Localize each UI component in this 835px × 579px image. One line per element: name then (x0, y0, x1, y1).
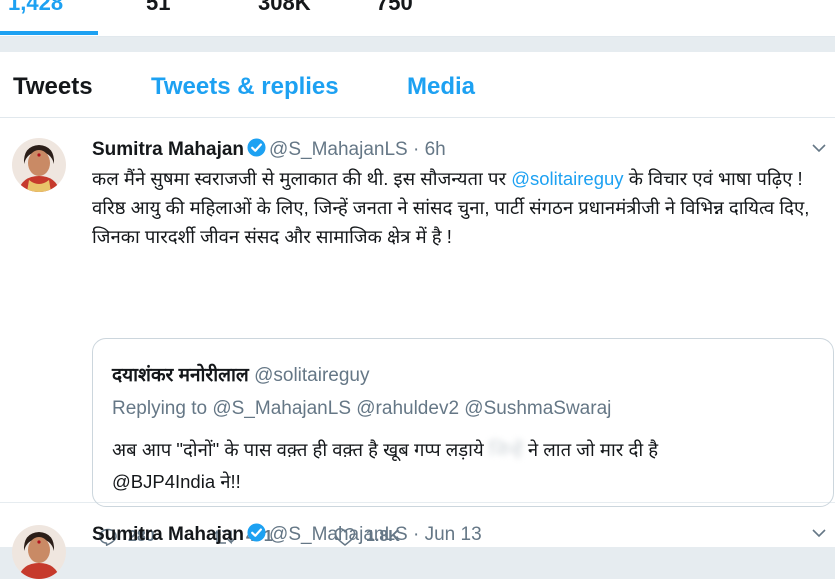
avatar[interactable] (12, 525, 66, 579)
active-stat-underline (0, 31, 98, 35)
quoted-tweet-card[interactable]: दयाशंकर मनोरीलाल @solitaireguy Replying … (92, 338, 834, 507)
chevron-down-icon[interactable] (811, 525, 827, 546)
stat-followers-count[interactable]: 308K (258, 0, 311, 16)
header-separator: · (412, 524, 420, 545)
tweet[interactable]: Sumitra Mahajan @S_MahajanLS · Jun 13 (0, 503, 835, 579)
replying-to-label: Replying to (112, 398, 208, 419)
tweet-text: कल मैंने सुषमा स्वराजजी से मुलाकात की थी… (92, 164, 827, 251)
chevron-down-icon[interactable] (811, 140, 827, 161)
profile-stats-bar: 1,428 51 308K 750 (0, 0, 835, 37)
stat-following-count[interactable]: 51 (146, 0, 170, 16)
replying-to-handles[interactable]: @S_MahajanLS @rahuldev2 @SushmaSwaraj (212, 398, 611, 419)
stat-likes-count[interactable]: 750 (376, 0, 413, 16)
tweet-author-name[interactable]: Sumitra Mahajan (92, 524, 244, 545)
quoted-text-part: ने!! (220, 471, 241, 492)
tweet-timestamp[interactable]: 6h (425, 139, 446, 160)
avatar-image-icon (12, 525, 66, 579)
tweet[interactable]: Sumitra Mahajan @S_MahajanLS · 6h कल मैंन… (0, 118, 835, 546)
stat-tweets-count[interactable]: 1,428 (8, 0, 63, 16)
tweet-header: Sumitra Mahajan @S_MahajanLS · Jun 13 (92, 523, 482, 548)
timeline-panel: Tweets Tweets & replies Media Sumitra Ma… (0, 52, 835, 579)
quoted-mention[interactable]: @BJP4India (112, 471, 215, 492)
quoted-tweet-header: दयाशंकर मनोरीलाल @solitaireguy (112, 361, 370, 387)
verified-badge-icon (247, 138, 266, 163)
header-separator: · (412, 139, 420, 160)
tweet-text-part: कल मैंने सुषमा स्वराजजी से मुलाकात की थी… (92, 168, 507, 189)
blurred-text: जिन्हें (488, 439, 523, 460)
tweet-timestamp[interactable]: Jun 13 (425, 524, 482, 545)
quoted-author-handle[interactable]: @solitaireguy (254, 365, 369, 386)
tab-media[interactable]: Media (407, 73, 475, 101)
mention-link[interactable]: @solitaireguy (511, 168, 623, 189)
quoted-text-part: ने लात जो मार दी है (527, 439, 659, 460)
tab-tweets[interactable]: Tweets (13, 73, 93, 101)
verified-badge-icon (247, 523, 266, 548)
tweet-author-name[interactable]: Sumitra Mahajan (92, 139, 244, 160)
avatar[interactable] (12, 138, 66, 192)
timeline-tabs: Tweets Tweets & replies Media (0, 52, 835, 118)
replying-to-line: Replying to @S_MahajanLS @rahuldev2 @Sus… (112, 398, 611, 420)
quoted-text-part: अब आप "दोनों" के पास वक़्त ही वक़्त है ख… (112, 439, 484, 460)
tab-tweets-replies[interactable]: Tweets & replies (151, 73, 339, 101)
tweet-author-handle[interactable]: @S_MahajanLS (269, 524, 408, 545)
quoted-tweet-text: अब आप "दोनों" के पास वक़्त ही वक़्त है ख… (112, 434, 812, 498)
tweet-header: Sumitra Mahajan @S_MahajanLS · 6h (92, 138, 446, 163)
tweet-author-handle[interactable]: @S_MahajanLS (269, 139, 408, 160)
avatar-image-icon (12, 138, 66, 192)
quoted-author-name[interactable]: दयाशंकर मनोरीलाल (112, 365, 249, 386)
